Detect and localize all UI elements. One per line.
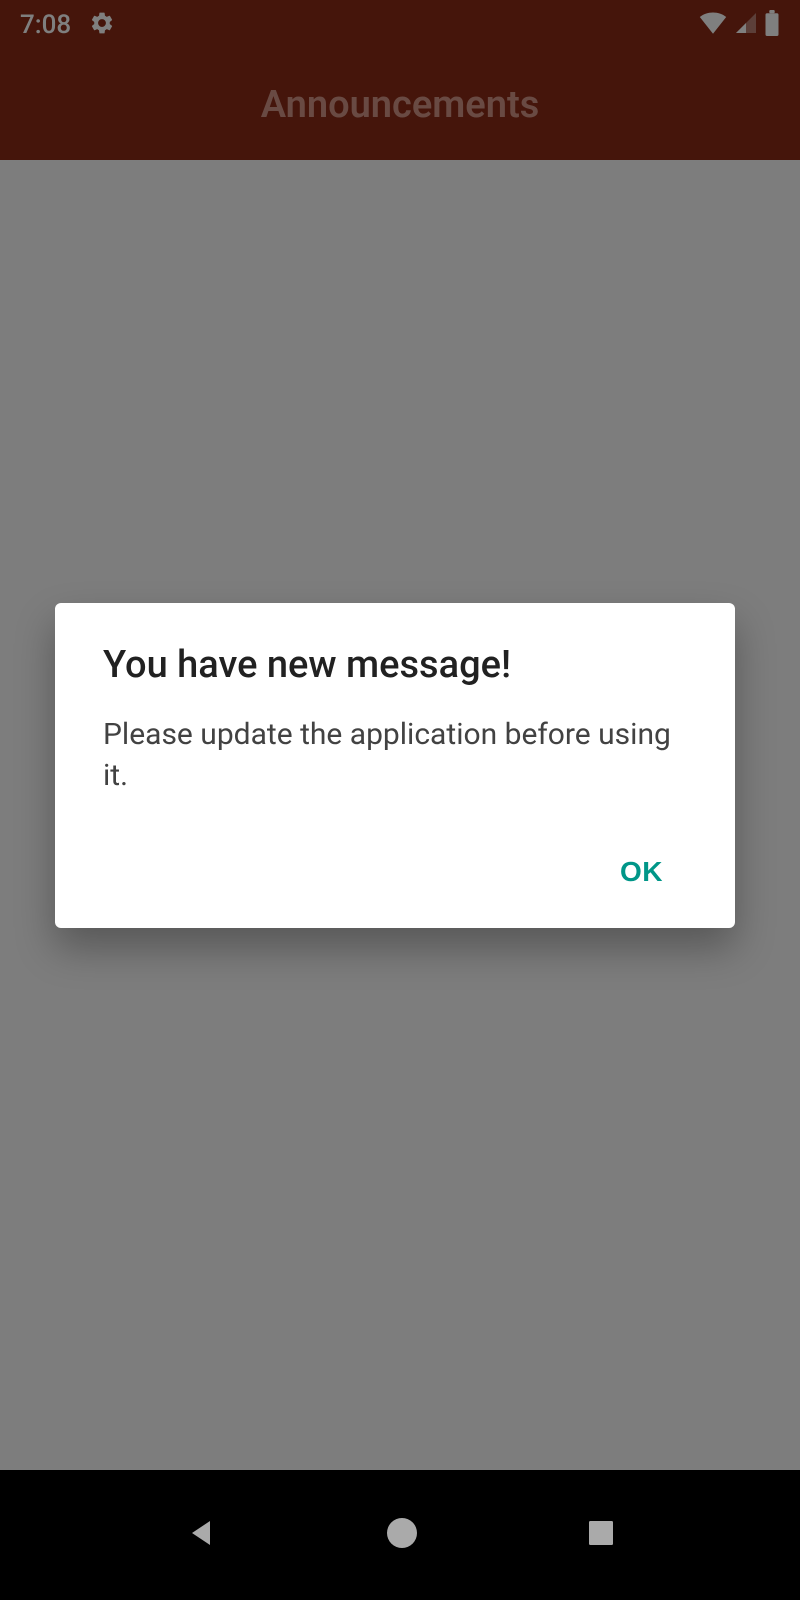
dialog-message: Please update the application before usi… bbox=[103, 715, 687, 796]
alert-dialog: You have new message! Please update the … bbox=[55, 603, 735, 928]
status-time: 7:08 bbox=[20, 10, 71, 40]
status-left: 7:08 bbox=[20, 10, 115, 40]
ok-button[interactable]: OK bbox=[596, 844, 687, 900]
status-bar: 7:08 bbox=[0, 0, 800, 50]
dialog-title: You have new message! bbox=[103, 643, 687, 687]
navigation-bar bbox=[0, 1470, 800, 1600]
app-bar: Announcements bbox=[0, 50, 800, 160]
dialog-actions: OK bbox=[103, 844, 687, 900]
back-icon[interactable] bbox=[183, 1515, 219, 1555]
wifi-icon bbox=[698, 11, 728, 39]
status-right bbox=[698, 10, 780, 40]
cellular-signal-icon bbox=[734, 11, 758, 39]
recent-apps-icon[interactable] bbox=[585, 1517, 617, 1553]
battery-icon bbox=[764, 10, 780, 40]
page-title: Announcements bbox=[261, 83, 540, 127]
settings-icon bbox=[89, 10, 115, 40]
home-icon[interactable] bbox=[384, 1515, 420, 1555]
